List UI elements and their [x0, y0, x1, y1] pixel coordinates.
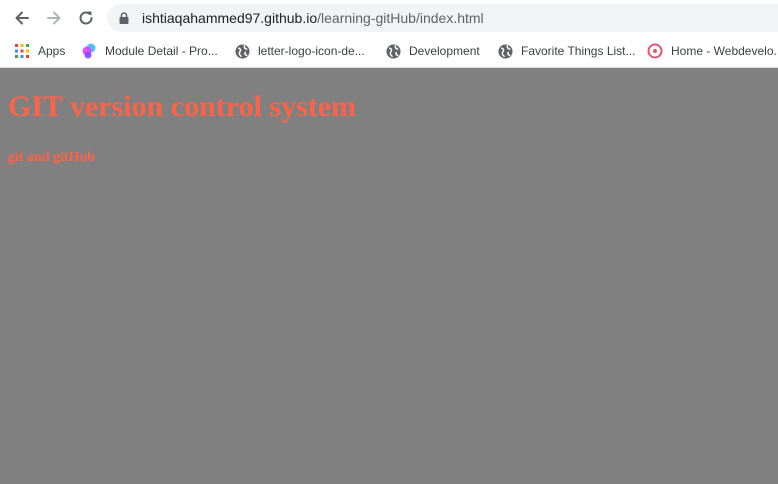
url-path: /learning-gitHub/index.html	[317, 10, 484, 26]
colorful-logo-icon	[81, 43, 97, 59]
bookmark-label: Home - Webdevelo...	[671, 44, 778, 58]
bookmark-letter-logo[interactable]: letter-logo-icon-de...	[234, 40, 365, 62]
bookmark-home-webdevelo[interactable]: Home - Webdevelo...	[647, 40, 778, 62]
forward-button[interactable]	[42, 6, 66, 30]
bookmark-label: Module Detail - Pro...	[105, 44, 218, 58]
back-button[interactable]	[10, 6, 34, 30]
lock-icon	[119, 12, 129, 24]
apps-grid-icon	[14, 43, 30, 59]
globe-icon	[385, 43, 401, 59]
forward-arrow-icon	[47, 11, 61, 25]
reload-icon	[79, 11, 93, 25]
url-text[interactable]: ishtiaqahammed97.github.io/learning-gitH…	[142, 4, 484, 32]
bookmark-label: Development	[409, 44, 480, 58]
page-content: GIT version control system git and gitHu…	[0, 68, 778, 484]
globe-icon	[497, 43, 513, 59]
bookmark-development[interactable]: Development	[385, 40, 480, 62]
url-host: ishtiaqahammed97.github.io	[142, 10, 318, 26]
page-subtitle: git and gitHub	[8, 150, 96, 165]
bookmarks-bar: Apps Module Detail - Pro... letter-logo-…	[0, 37, 778, 65]
page-title: GIT version control system	[8, 90, 357, 123]
browser-chrome: ishtiaqahammed97.github.io/learning-gitH…	[0, 0, 778, 68]
globe-icon	[234, 43, 250, 59]
bookmark-label: Apps	[38, 44, 66, 58]
address-bar[interactable]: ishtiaqahammed97.github.io/learning-gitH…	[107, 4, 778, 32]
back-arrow-icon	[15, 11, 29, 25]
browser-toolbar: ishtiaqahammed97.github.io/learning-gitH…	[0, 0, 778, 36]
bookmark-apps[interactable]: Apps	[14, 40, 65, 62]
reload-button[interactable]	[74, 6, 98, 30]
bookmark-module-detail[interactable]: Module Detail - Pro...	[81, 40, 218, 62]
bookmark-label: Favorite Things List...	[521, 44, 636, 58]
bookmark-favorite-things[interactable]: Favorite Things List...	[497, 40, 636, 62]
target-circle-icon	[647, 43, 663, 59]
bookmark-label: letter-logo-icon-de...	[258, 44, 365, 58]
